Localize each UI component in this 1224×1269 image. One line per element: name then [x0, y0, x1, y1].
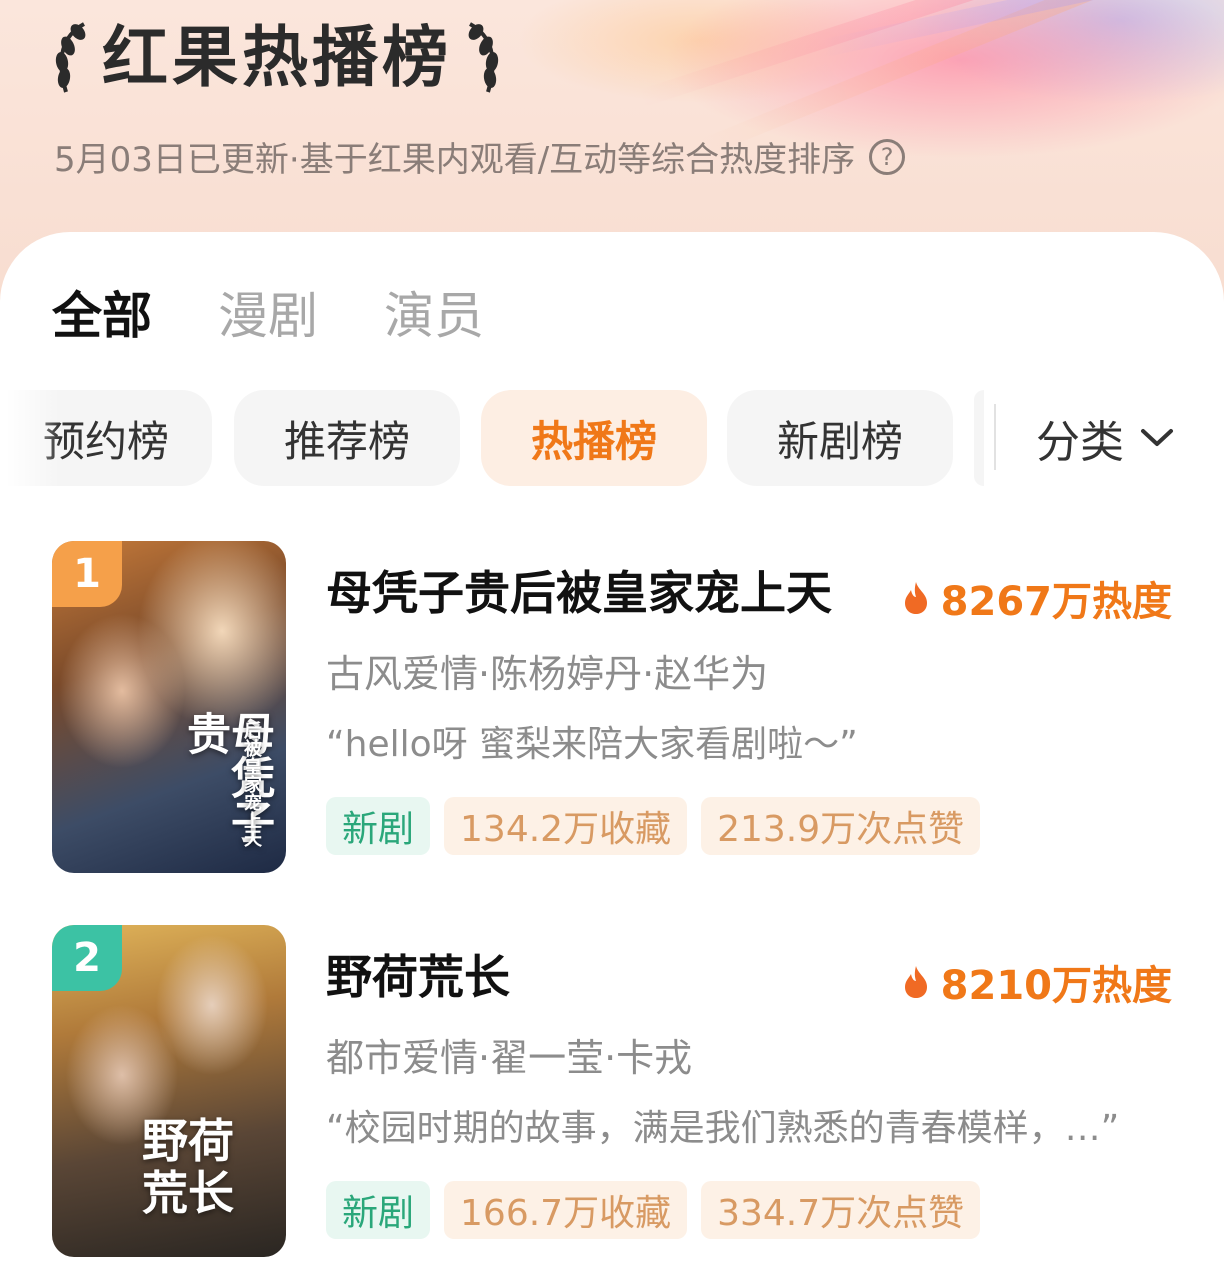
tab-all[interactable]: 全部: [52, 284, 152, 348]
tab-comics[interactable]: 漫剧: [218, 284, 318, 348]
ranking-chips: 预约榜 推荐榜 热播榜 新剧榜 分类: [0, 390, 1224, 490]
page-title: 红果热播榜: [102, 19, 452, 96]
new-tag: 新剧: [326, 1181, 431, 1239]
genre-cast: 古风爱情·陈杨婷丹·赵华为: [326, 652, 769, 696]
chip-hot[interactable]: 热播榜: [481, 390, 707, 486]
poster-image[interactable]: 母凭子贵 后被皇家宠上天 1: [52, 541, 286, 873]
title-block: 红果热播榜: [48, 10, 506, 106]
list-item[interactable]: 母凭子贵 后被皇家宠上天 1 母凭子贵后被皇家宠上天 8267万热度 古风爱情·…: [52, 541, 1182, 877]
favorites-tag: 134.2万收藏: [444, 797, 688, 855]
update-subtitle: 5月03日已更新·基于红果内观看/互动等综合热度排序 ?: [54, 132, 906, 181]
favorites-tag: 166.7万收藏: [444, 1181, 688, 1239]
rank-badge: 2: [52, 925, 122, 991]
recommend-quote: “hello呀 蜜梨来陪大家看剧啦～”: [326, 724, 858, 765]
rank-badge: 1: [52, 541, 122, 607]
show-title[interactable]: 野荷荒长: [326, 949, 510, 1005]
tag-row: 新剧 166.7万收藏 334.7万次点赞: [326, 1181, 981, 1239]
chip-new[interactable]: 新剧榜: [727, 390, 953, 486]
chip-partial: [974, 390, 984, 486]
likes-tag: 213.9万次点赞: [701, 797, 981, 855]
laurel-right-icon: [468, 22, 499, 93]
category-label: 分类: [1036, 417, 1124, 468]
tag-row: 新剧 134.2万收藏 213.9万次点赞: [326, 797, 981, 855]
subtitle-text: 5月03日已更新·基于红果内观看/互动等综合热度排序: [54, 140, 856, 180]
poster-title: 野荷荒长: [142, 1114, 234, 1220]
new-tag: 新剧: [326, 797, 431, 855]
show-title[interactable]: 母凭子贵后被皇家宠上天: [326, 565, 832, 621]
category-dropdown[interactable]: 分类: [1036, 390, 1174, 486]
scroll-fade: [0, 390, 60, 486]
flame-icon: [904, 582, 927, 614]
chip-divider: [994, 404, 996, 470]
list-item[interactable]: 野荷荒长 2 野荷荒长 8210万热度 都市爱情·翟一莹·卡戎 “校园时期的故事…: [52, 925, 1182, 1261]
question-circle-icon[interactable]: ?: [869, 138, 906, 175]
laurel-left-icon: [55, 22, 86, 93]
chip-recommend[interactable]: 推荐榜: [234, 390, 460, 486]
flame-icon: [904, 966, 927, 998]
heat-score: 8210万热度: [903, 953, 1172, 1011]
chevron-down-icon: [1141, 429, 1173, 446]
poster-image[interactable]: 野荷荒长 2: [52, 925, 286, 1257]
heat-text: 8210万热度: [940, 963, 1172, 1009]
heat-score: 8267万热度: [903, 569, 1172, 627]
top-tabs: 全部 漫剧 演员: [52, 284, 484, 348]
likes-tag: 334.7万次点赞: [701, 1181, 981, 1239]
ranking-card: 全部 漫剧 演员 预约榜 推荐榜 热播榜 新剧榜 分类 母凭子贵 后被皇家宠上天…: [0, 232, 1224, 1269]
poster-subtitle: 后被皇家宠上天: [241, 721, 262, 847]
genre-cast: 都市爱情·翟一莹·卡戎: [326, 1036, 693, 1080]
recommend-quote: “校园时期的故事，满是我们熟悉的青春模样，…”: [326, 1108, 1120, 1149]
tab-actors[interactable]: 演员: [384, 284, 484, 348]
heat-text: 8267万热度: [940, 579, 1172, 625]
